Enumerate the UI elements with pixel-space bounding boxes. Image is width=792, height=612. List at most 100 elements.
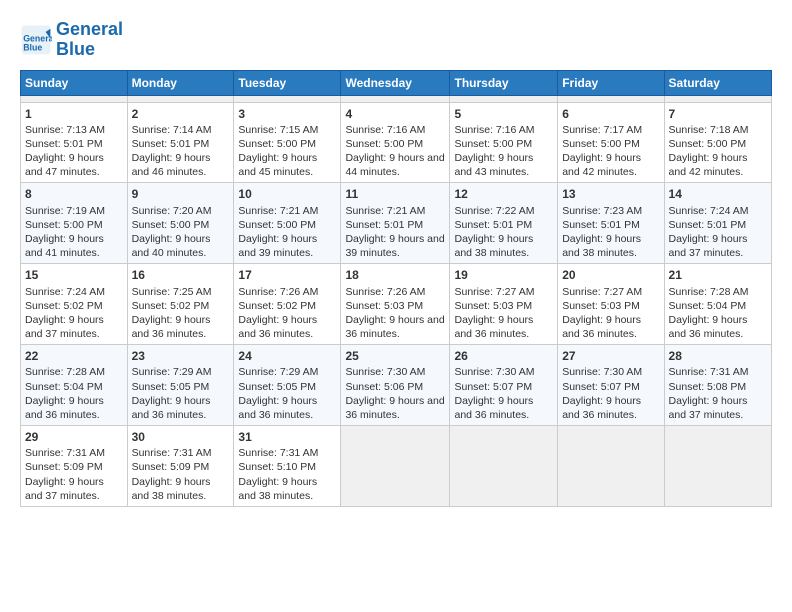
day-info: Daylight: 9 hours and 36 minutes.	[345, 313, 445, 341]
week-row-3: 15Sunrise: 7:24 AMSunset: 5:02 PMDayligh…	[21, 264, 772, 345]
day-info: Daylight: 9 hours and 36 minutes.	[345, 394, 445, 422]
day-info: Sunset: 5:08 PM	[669, 380, 767, 394]
day-info: Sunrise: 7:17 AM	[562, 123, 659, 137]
day-info: Sunset: 5:02 PM	[238, 299, 336, 313]
day-info: Sunset: 5:00 PM	[238, 137, 336, 151]
day-number: 14	[669, 186, 767, 202]
day-number: 1	[25, 106, 123, 122]
calendar-cell: 18Sunrise: 7:26 AMSunset: 5:03 PMDayligh…	[341, 264, 450, 345]
day-number: 4	[345, 106, 445, 122]
calendar-cell: 16Sunrise: 7:25 AMSunset: 5:02 PMDayligh…	[127, 264, 234, 345]
day-info: Sunrise: 7:21 AM	[345, 204, 445, 218]
col-header-sunday: Sunday	[21, 70, 128, 95]
day-number: 12	[454, 186, 553, 202]
day-info: Daylight: 9 hours and 38 minutes.	[238, 475, 336, 503]
day-number: 2	[132, 106, 230, 122]
calendar-cell: 21Sunrise: 7:28 AMSunset: 5:04 PMDayligh…	[664, 264, 771, 345]
day-info: Sunrise: 7:31 AM	[669, 365, 767, 379]
day-info: Sunrise: 7:21 AM	[238, 204, 336, 218]
col-header-friday: Friday	[558, 70, 664, 95]
day-info: Sunset: 5:07 PM	[454, 380, 553, 394]
col-header-monday: Monday	[127, 70, 234, 95]
day-info: Sunset: 5:04 PM	[669, 299, 767, 313]
day-info: Sunrise: 7:26 AM	[345, 285, 445, 299]
day-number: 16	[132, 267, 230, 283]
day-info: Sunset: 5:03 PM	[454, 299, 553, 313]
logo: General Blue General Blue	[20, 20, 123, 60]
calendar-cell: 13Sunrise: 7:23 AMSunset: 5:01 PMDayligh…	[558, 183, 664, 264]
svg-text:Blue: Blue	[23, 42, 42, 52]
calendar-table: SundayMondayTuesdayWednesdayThursdayFrid…	[20, 70, 772, 507]
day-info: Daylight: 9 hours and 36 minutes.	[454, 313, 553, 341]
col-header-wednesday: Wednesday	[341, 70, 450, 95]
day-number: 17	[238, 267, 336, 283]
day-info: Daylight: 9 hours and 36 minutes.	[25, 394, 123, 422]
calendar-cell	[341, 426, 450, 507]
day-info: Sunset: 5:00 PM	[454, 137, 553, 151]
col-header-thursday: Thursday	[450, 70, 558, 95]
day-number: 25	[345, 348, 445, 364]
calendar-cell: 31Sunrise: 7:31 AMSunset: 5:10 PMDayligh…	[234, 426, 341, 507]
day-info: Sunset: 5:01 PM	[345, 218, 445, 232]
day-info: Sunrise: 7:30 AM	[454, 365, 553, 379]
day-info: Sunrise: 7:27 AM	[562, 285, 659, 299]
day-number: 27	[562, 348, 659, 364]
calendar-cell: 29Sunrise: 7:31 AMSunset: 5:09 PMDayligh…	[21, 426, 128, 507]
day-info: Sunrise: 7:24 AM	[25, 285, 123, 299]
day-info: Daylight: 9 hours and 37 minutes.	[669, 232, 767, 260]
day-info: Daylight: 9 hours and 38 minutes.	[562, 232, 659, 260]
calendar-cell	[341, 95, 450, 102]
day-info: Daylight: 9 hours and 36 minutes.	[132, 313, 230, 341]
day-number: 31	[238, 429, 336, 445]
day-number: 22	[25, 348, 123, 364]
col-header-tuesday: Tuesday	[234, 70, 341, 95]
day-info: Daylight: 9 hours and 47 minutes.	[25, 151, 123, 179]
day-info: Sunrise: 7:19 AM	[25, 204, 123, 218]
calendar-cell: 26Sunrise: 7:30 AMSunset: 5:07 PMDayligh…	[450, 345, 558, 426]
calendar-cell: 6Sunrise: 7:17 AMSunset: 5:00 PMDaylight…	[558, 102, 664, 183]
day-info: Daylight: 9 hours and 37 minutes.	[669, 394, 767, 422]
calendar-cell: 2Sunrise: 7:14 AMSunset: 5:01 PMDaylight…	[127, 102, 234, 183]
day-info: Sunrise: 7:31 AM	[25, 446, 123, 460]
calendar-cell: 15Sunrise: 7:24 AMSunset: 5:02 PMDayligh…	[21, 264, 128, 345]
calendar-cell: 27Sunrise: 7:30 AMSunset: 5:07 PMDayligh…	[558, 345, 664, 426]
week-row-0	[21, 95, 772, 102]
day-info: Sunrise: 7:16 AM	[454, 123, 553, 137]
day-info: Daylight: 9 hours and 37 minutes.	[25, 475, 123, 503]
day-info: Sunset: 5:02 PM	[132, 299, 230, 313]
page: General Blue General Blue SundayMondayTu…	[0, 0, 792, 612]
day-number: 20	[562, 267, 659, 283]
day-info: Daylight: 9 hours and 36 minutes.	[132, 394, 230, 422]
day-info: Daylight: 9 hours and 38 minutes.	[454, 232, 553, 260]
day-info: Daylight: 9 hours and 36 minutes.	[454, 394, 553, 422]
day-info: Sunrise: 7:22 AM	[454, 204, 553, 218]
logo-icon: General Blue	[20, 24, 52, 56]
calendar-cell: 28Sunrise: 7:31 AMSunset: 5:08 PMDayligh…	[664, 345, 771, 426]
calendar-cell: 4Sunrise: 7:16 AMSunset: 5:00 PMDaylight…	[341, 102, 450, 183]
day-info: Daylight: 9 hours and 38 minutes.	[132, 475, 230, 503]
day-number: 8	[25, 186, 123, 202]
day-info: Daylight: 9 hours and 42 minutes.	[562, 151, 659, 179]
day-info: Daylight: 9 hours and 36 minutes.	[238, 394, 336, 422]
header-row: SundayMondayTuesdayWednesdayThursdayFrid…	[21, 70, 772, 95]
calendar-cell	[450, 426, 558, 507]
day-info: Sunset: 5:10 PM	[238, 460, 336, 474]
calendar-cell: 24Sunrise: 7:29 AMSunset: 5:05 PMDayligh…	[234, 345, 341, 426]
day-number: 6	[562, 106, 659, 122]
day-number: 21	[669, 267, 767, 283]
day-info: Sunset: 5:00 PM	[238, 218, 336, 232]
day-info: Sunset: 5:00 PM	[562, 137, 659, 151]
calendar-cell	[234, 95, 341, 102]
day-info: Daylight: 9 hours and 42 minutes.	[669, 151, 767, 179]
calendar-cell: 11Sunrise: 7:21 AMSunset: 5:01 PMDayligh…	[341, 183, 450, 264]
day-info: Sunset: 5:06 PM	[345, 380, 445, 394]
day-info: Daylight: 9 hours and 36 minutes.	[562, 313, 659, 341]
day-number: 24	[238, 348, 336, 364]
calendar-cell	[21, 95, 128, 102]
day-info: Sunrise: 7:29 AM	[132, 365, 230, 379]
day-info: Daylight: 9 hours and 41 minutes.	[25, 232, 123, 260]
day-number: 7	[669, 106, 767, 122]
day-number: 5	[454, 106, 553, 122]
day-number: 23	[132, 348, 230, 364]
day-info: Sunset: 5:09 PM	[132, 460, 230, 474]
